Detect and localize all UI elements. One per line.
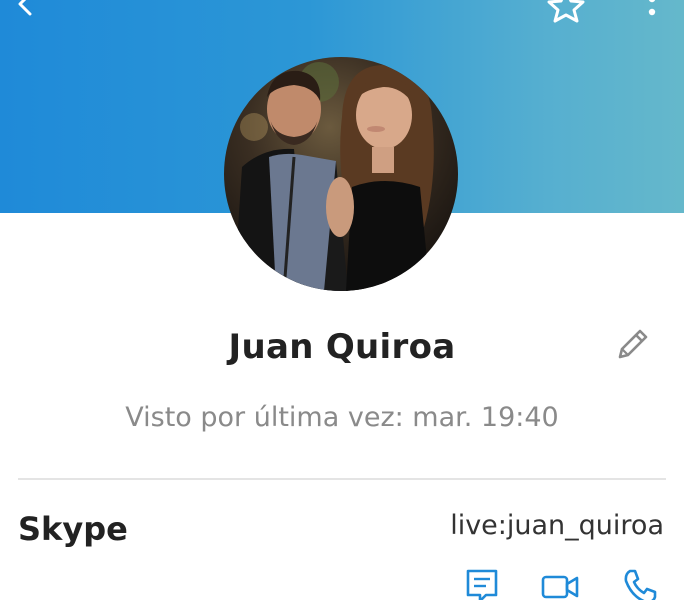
pencil-icon: [618, 329, 648, 359]
skype-identifier[interactable]: live:juan_quiroa: [450, 510, 664, 541]
more-vertical-icon: [648, 0, 656, 16]
video-call-button[interactable]: [540, 567, 580, 600]
contact-service-label: Skype: [18, 510, 128, 548]
send-message-button[interactable]: [462, 567, 502, 600]
contact-profile-screen: Juan Quiroa Visto por última vez: mar. 1…: [0, 0, 684, 600]
section-divider: [18, 478, 666, 480]
contact-photo: [224, 57, 458, 291]
message-icon: [466, 569, 498, 600]
arrow-left-icon: [18, 0, 32, 16]
contact-name: Juan Quiroa: [228, 327, 456, 367]
favorite-button[interactable]: [544, 0, 588, 24]
video-call-icon: [541, 575, 579, 599]
voice-call-button[interactable]: [620, 567, 660, 600]
star-outline-icon: [547, 0, 585, 23]
back-button[interactable]: [8, 0, 44, 18]
phone-icon: [624, 569, 657, 600]
contact-avatar[interactable]: [224, 57, 458, 291]
last-seen-status: Visto por última vez: mar. 19:40: [125, 402, 559, 433]
more-options-button[interactable]: [640, 0, 664, 20]
edit-name-button[interactable]: [612, 325, 652, 365]
